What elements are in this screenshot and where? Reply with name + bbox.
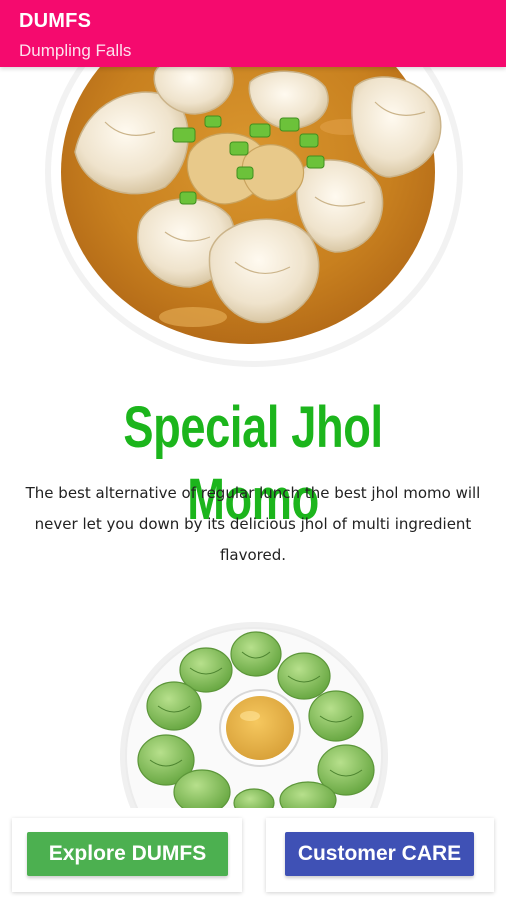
app-title: DUMFS — [19, 10, 92, 32]
feature-description: The best alternative of regular lunch th… — [25, 484, 481, 564]
explore-dumfs-button[interactable]: Explore DUMFS — [27, 832, 228, 876]
jhol-momo-bowl-image — [45, 32, 463, 367]
customer-care-card: Customer CARE — [266, 818, 494, 892]
customer-care-button[interactable]: Customer CARE — [285, 832, 474, 876]
green-momo-plate-image — [120, 622, 388, 808]
explore-card: Explore DUMFS — [12, 818, 242, 892]
app-subtitle: Dumpling Falls — [19, 41, 132, 60]
app-bar: DUMFS Dumpling Falls — [0, 0, 506, 67]
